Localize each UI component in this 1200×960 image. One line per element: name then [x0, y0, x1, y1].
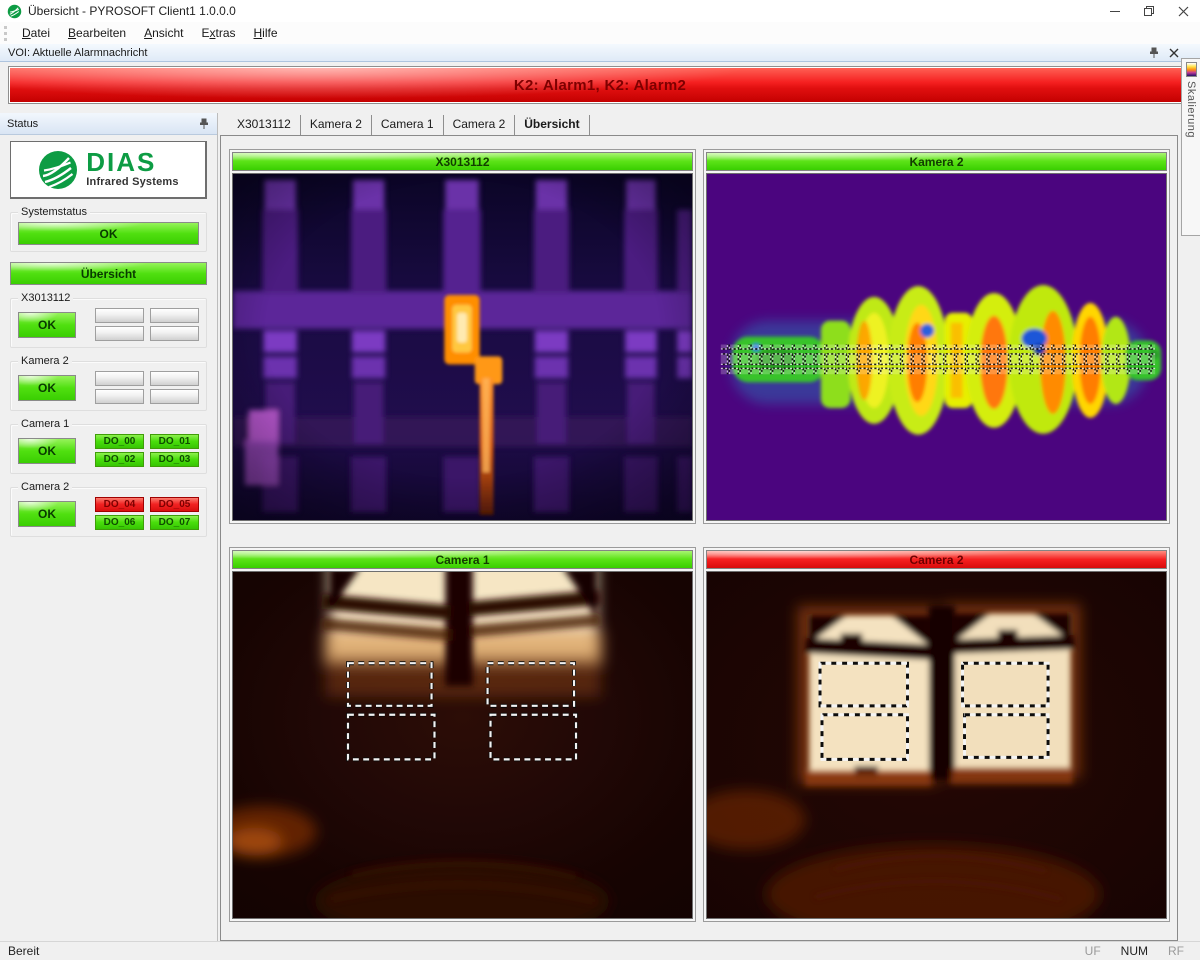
group-label: Camera 2	[18, 481, 72, 493]
status-sidebar: Status DIAS Infrared Systems Systemstatu…	[0, 113, 218, 941]
camera-title: Camera 1	[435, 553, 489, 567]
do-output-button[interactable]	[150, 326, 199, 341]
alarm-panel-header: VOI: Aktuelle Alarmnachricht	[0, 44, 1200, 62]
group-label: X3013112	[18, 292, 73, 304]
do-output-button[interactable]	[150, 308, 199, 323]
menu-bar: Datei Bearbeiten Ansicht Extras Hilfe	[0, 22, 1200, 44]
systemstatus-group: Systemstatus OK	[10, 212, 207, 252]
systemstatus-ok-button[interactable]: OK	[18, 222, 199, 245]
pin-icon[interactable]	[198, 118, 210, 130]
sidebar-group-camera-1: Camera 1 OK DO_00 DO_01 DO_02 DO_03	[10, 424, 207, 474]
sidebar-group-x3013112: X3013112 OK	[10, 298, 207, 348]
camera-title: Camera 2	[909, 553, 963, 567]
menu-bearbeiten[interactable]: Bearbeiten	[59, 24, 135, 42]
tab-skalierung[interactable]: Skalierung	[1181, 58, 1200, 236]
alarm-message: K2: Alarm1, K2: Alarm2	[514, 77, 686, 94]
dias-swirl-icon	[37, 149, 79, 191]
camera-title: Kamera 2	[909, 155, 963, 169]
restore-button[interactable]	[1132, 0, 1166, 22]
brand-name: DIAS	[86, 151, 156, 173]
status-panel-title: Status	[7, 118, 38, 130]
alarm-panel: VOI: Aktuelle Alarmnachricht K2: Alarm1,…	[0, 44, 1200, 110]
minimize-button[interactable]	[1098, 0, 1132, 22]
camera-ok-button[interactable]: OK	[18, 501, 76, 527]
do-output-button[interactable]: DO_03	[150, 452, 199, 467]
restore-icon	[1143, 5, 1155, 17]
sidebar-group-kamera-2: Kamera 2 OK	[10, 361, 207, 411]
minimize-icon	[1110, 11, 1120, 12]
camera-status-header: X3013112	[232, 152, 693, 171]
camera-ok-button[interactable]: OK	[18, 375, 76, 401]
camera-status-header: Camera 1	[232, 550, 693, 569]
app-icon	[7, 4, 22, 19]
pin-icon[interactable]	[1148, 47, 1160, 59]
indicator-uf: UF	[1075, 944, 1111, 958]
thermal-image-crankshaft	[706, 173, 1167, 521]
status-panel-header: Status	[0, 113, 217, 135]
thermal-colorbar-icon	[1186, 62, 1197, 77]
tab-x3013112[interactable]: X3013112	[228, 115, 301, 135]
do-output-button[interactable]	[150, 371, 199, 386]
menu-grip	[4, 26, 7, 41]
brand-subtitle: Infrared Systems	[86, 176, 178, 188]
do-output-button[interactable]: DO_04	[95, 497, 144, 512]
alarm-banner: K2: Alarm1, K2: Alarm2	[10, 68, 1190, 102]
camera-ok-button[interactable]: OK	[18, 438, 76, 464]
do-output-button[interactable]	[95, 326, 144, 341]
window-controls	[1098, 0, 1200, 22]
indicator-num: NUM	[1111, 944, 1158, 958]
close-button[interactable]	[1166, 0, 1200, 22]
camera-panel-camera-2: Camera 2	[703, 547, 1170, 922]
do-output-button[interactable]	[95, 371, 144, 386]
camera-status-header: Kamera 2	[706, 152, 1167, 171]
systemstatus-label: Systemstatus	[18, 206, 90, 218]
do-output-button[interactable]: DO_00	[95, 434, 144, 449]
thermal-image-busbars	[232, 173, 693, 521]
thermal-image-window-dark	[232, 571, 693, 919]
group-label: Camera 1	[18, 418, 72, 430]
camera-panel-camera-1: Camera 1	[229, 547, 696, 922]
camera-status-header: Camera 2	[706, 550, 1167, 569]
roi-band	[721, 345, 1155, 375]
camera-panel-x3013112: X3013112	[229, 149, 696, 524]
tab-camera-2[interactable]: Camera 2	[444, 115, 516, 135]
camera-title: X3013112	[435, 155, 489, 169]
camera-ok-button[interactable]: OK	[18, 312, 76, 338]
overview-button[interactable]: Übersicht	[10, 262, 207, 285]
dias-logo: DIAS Infrared Systems	[10, 141, 207, 199]
do-output-button[interactable]: DO_06	[95, 515, 144, 530]
overview-grid: X3013112	[220, 135, 1178, 941]
sidebar-group-camera-2: Camera 2 OK DO_04 DO_05 DO_06 DO_07	[10, 487, 207, 537]
do-output-button[interactable]: DO_02	[95, 452, 144, 467]
tab-kamera-2[interactable]: Kamera 2	[301, 115, 372, 135]
tab-uebersicht[interactable]: Übersicht	[515, 115, 589, 135]
do-output-button[interactable]: DO_07	[150, 515, 199, 530]
menu-datei[interactable]: Datei	[13, 24, 59, 42]
do-output-button[interactable]: DO_01	[150, 434, 199, 449]
alarm-panel-title: VOI: Aktuelle Alarmnachricht	[8, 47, 147, 59]
alarm-banner-frame: K2: Alarm1, K2: Alarm2	[8, 66, 1192, 104]
status-ready-text: Bereit	[8, 944, 39, 958]
do-output-button[interactable]	[95, 308, 144, 323]
close-icon	[1178, 6, 1189, 17]
tab-camera-1[interactable]: Camera 1	[372, 115, 444, 135]
menu-hilfe[interactable]: Hilfe	[245, 24, 287, 42]
title-bar: Übersicht - PYROSOFT Client1 1.0.0.0	[0, 0, 1200, 22]
camera-panel-kamera-2: Kamera 2	[703, 149, 1170, 524]
menu-ansicht[interactable]: Ansicht	[135, 24, 192, 42]
thermal-image-window-bright	[706, 571, 1167, 919]
do-output-button[interactable]	[150, 389, 199, 404]
do-output-button[interactable]	[95, 389, 144, 404]
window-title: Übersicht - PYROSOFT Client1 1.0.0.0	[28, 4, 236, 18]
alarm-panel-close-icon[interactable]	[1168, 47, 1180, 59]
indicator-rf: RF	[1158, 944, 1194, 958]
do-output-button[interactable]: DO_05	[150, 497, 199, 512]
group-label: Kamera 2	[18, 355, 72, 367]
view-tab-bar: X3013112 Kamera 2 Camera 1 Camera 2 Über…	[220, 113, 1178, 135]
menu-extras[interactable]: Extras	[192, 24, 244, 42]
main-area: X3013112 Kamera 2 Camera 1 Camera 2 Über…	[220, 113, 1178, 941]
skalierung-label: Skalierung	[1185, 81, 1197, 138]
status-bar: Bereit UF NUM RF	[0, 941, 1200, 960]
